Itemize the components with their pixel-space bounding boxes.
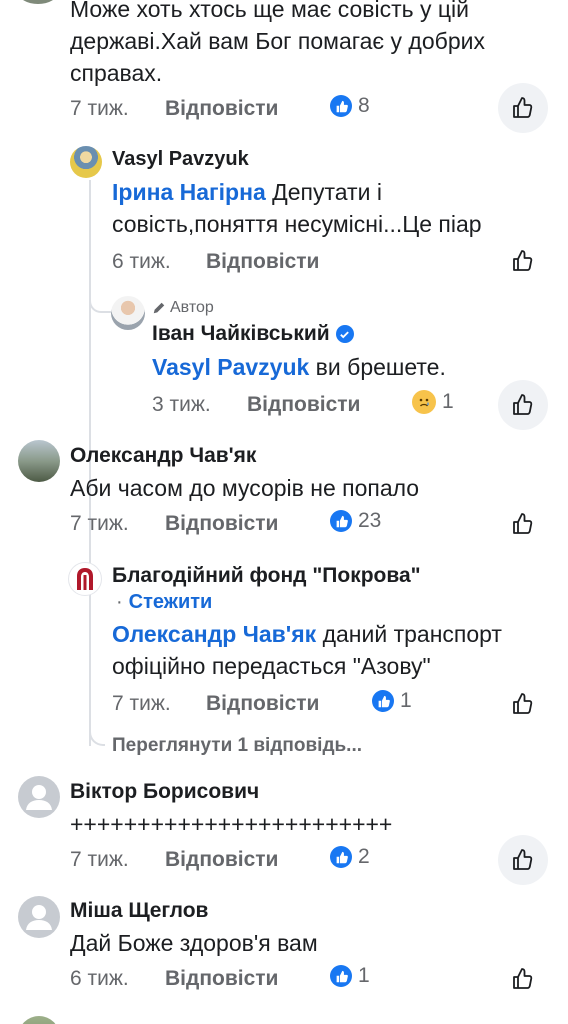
reply-button[interactable]: Відповісти [206, 692, 319, 716]
reaction-number: 1 [442, 390, 454, 413]
reply-button[interactable]: Відповісти [165, 848, 278, 872]
default-user-icon [26, 785, 52, 810]
thumbs-up-icon [513, 693, 533, 714]
reply-button[interactable]: Відповісти [247, 393, 360, 417]
reply-button[interactable]: Відповісти [206, 250, 319, 274]
follow-row: · Стежити [116, 591, 213, 614]
comment-text: Аби часом до мусорів не попало [70, 475, 420, 501]
thumbs-up-icon [513, 394, 533, 415]
comment-time: 6 тиж. [112, 250, 171, 273]
author-name[interactable]: Vasyl Pavzyuk [112, 148, 249, 171]
avatar[interactable] [18, 1016, 60, 1024]
like-button[interactable] [498, 499, 548, 549]
avatar[interactable] [18, 440, 60, 482]
author-name-row: Іван Чайківський [152, 322, 354, 346]
comment-text: ++++++++++++++++++++++++ [70, 811, 393, 837]
like-button[interactable] [498, 679, 548, 729]
reaction-number: 23 [358, 509, 382, 532]
comment-time: 7 тиж. [70, 848, 129, 871]
author-name[interactable]: Іван Чайківський [152, 322, 330, 346]
pencil-icon [153, 302, 165, 314]
reaction-count[interactable]: 1 [372, 689, 412, 713]
like-button[interactable] [498, 835, 548, 885]
thread-connector [89, 720, 105, 746]
avatar[interactable] [18, 0, 58, 4]
avatar[interactable] [68, 562, 102, 596]
like-reaction-icon [372, 690, 394, 712]
reaction-count[interactable]: 1 [330, 964, 370, 988]
verified-icon [335, 325, 354, 343]
reaction-number: 8 [358, 94, 370, 117]
view-replies-link[interactable]: Переглянути 1 відповідь... [112, 735, 362, 757]
avatar[interactable] [70, 146, 102, 178]
thumbs-up-icon [513, 97, 533, 118]
comment-text: Дай Боже здоров'я вам [70, 930, 318, 956]
reaction-count[interactable]: 8 [330, 94, 370, 118]
avatar[interactable] [111, 296, 145, 330]
comment-time: 7 тиж. [70, 97, 129, 120]
like-button[interactable] [498, 83, 548, 133]
thumbs-up-icon [513, 513, 533, 534]
thumbs-up-icon [513, 250, 533, 271]
like-reaction-icon [330, 95, 352, 117]
follow-button[interactable]: Стежити [129, 591, 213, 614]
thread-line [89, 595, 91, 735]
like-reaction-icon [330, 965, 352, 987]
avatar[interactable] [18, 896, 60, 938]
reply-button[interactable]: Відповісти [165, 97, 278, 121]
reaction-count[interactable]: 23 [330, 509, 381, 533]
thumbs-up-icon [513, 968, 533, 989]
author-name[interactable]: Віктор Борисович [70, 780, 259, 804]
avatar[interactable] [18, 776, 60, 818]
reaction-count[interactable]: 2 [330, 845, 370, 869]
reaction-number: 1 [400, 689, 412, 712]
author-name[interactable]: Олександр Чав'як [70, 444, 256, 468]
thumbs-up-icon [513, 849, 533, 870]
comment-text: Може хоть хтось ще має совість у цій дер… [70, 0, 485, 86]
like-reaction-icon [330, 846, 352, 868]
comment-text: Ірина Нагірна Депутати і совість,поняття… [112, 179, 482, 237]
mention-link[interactable]: Vasyl Pavzyuk [152, 354, 309, 380]
reply-button[interactable]: Відповісти [165, 512, 278, 536]
comment-text: Vasyl Pavzyuk ви брешете. [152, 354, 446, 380]
author-name[interactable]: Благодійний фонд "Покрова" [112, 564, 421, 588]
author-badge: Автор [152, 299, 214, 317]
comment-text: Олександр Чав'як даний транспорт офіційн… [112, 621, 502, 679]
thread-connector [89, 285, 111, 313]
comment-time: 7 тиж. [70, 512, 129, 535]
author-name[interactable]: Міша Щеглов [70, 899, 208, 923]
sad-reaction-icon [412, 390, 436, 414]
foundation-logo-icon [77, 568, 93, 590]
like-button[interactable] [498, 236, 548, 286]
comment-time: 7 тиж. [112, 692, 171, 715]
reply-button[interactable]: Відповісти [165, 967, 278, 991]
like-button[interactable] [498, 380, 548, 430]
reaction-number: 2 [358, 845, 370, 868]
reaction-number: 1 [358, 964, 370, 987]
comment-time: 6 тиж. [70, 967, 129, 990]
comment-time: 3 тиж. [152, 393, 211, 416]
like-reaction-icon [330, 510, 352, 532]
like-button[interactable] [498, 954, 548, 1004]
mention-link[interactable]: Ірина Нагірна [112, 179, 266, 205]
mention-link[interactable]: Олександр Чав'як [112, 621, 316, 647]
reaction-count[interactable]: 1 [412, 390, 454, 414]
default-user-icon [26, 905, 52, 930]
